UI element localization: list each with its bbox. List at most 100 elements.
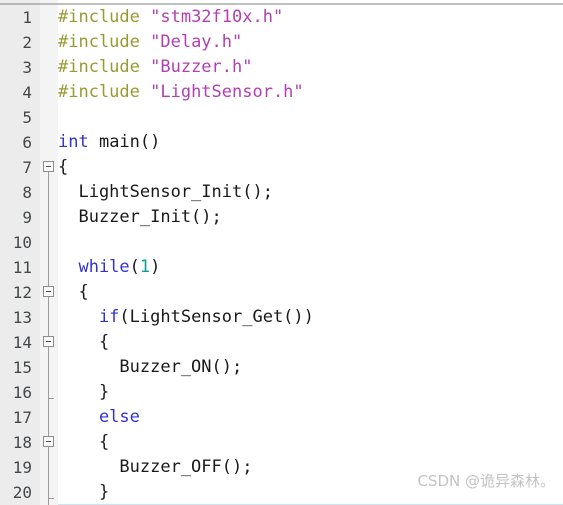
token-pre: #include: [58, 82, 151, 102]
code-line-text[interactable]: Buzzer_ON();: [58, 355, 242, 380]
code-line-text[interactable]: Buzzer_Init();: [58, 205, 222, 230]
token-pln: Buzzer_OFF();: [58, 457, 253, 477]
fold-empty: [40, 55, 58, 80]
code-line-text[interactable]: {: [58, 330, 109, 355]
code-line[interactable]: 9 Buzzer_Init();: [0, 205, 563, 230]
token-pln: }: [58, 482, 110, 502]
line-number: 17: [12, 408, 32, 427]
fold-connector[interactable]: [40, 405, 58, 430]
token-kw: while: [58, 257, 130, 277]
token-pln: (: [129, 257, 140, 277]
token-pln: (LightSensor_Get()): [119, 307, 314, 327]
fold-connector-line: [48, 405, 49, 430]
fold-end-marker[interactable]: [40, 480, 58, 505]
code-line[interactable]: 17 else: [0, 405, 563, 430]
token-pln: {: [58, 432, 110, 452]
code-line[interactable]: 5: [0, 105, 563, 130]
fold-end-tick-icon: [48, 398, 54, 399]
token-pln: {: [58, 332, 110, 352]
line-number: 9: [22, 208, 32, 227]
code-line[interactable]: 2 #include "Delay.h": [0, 30, 563, 55]
line-number: 3: [22, 58, 32, 77]
code-line-text[interactable]: {: [58, 155, 68, 180]
line-number: 12: [12, 283, 32, 302]
fold-connector[interactable]: [40, 305, 58, 330]
fold-toggle-icon[interactable]: [40, 330, 58, 355]
fold-minus-icon[interactable]: [43, 286, 54, 297]
line-number: 19: [12, 458, 32, 477]
code-line[interactable]: 7{: [0, 155, 563, 180]
fold-connector[interactable]: [40, 255, 58, 280]
line-number: 4: [22, 83, 32, 102]
code-line[interactable]: 15 Buzzer_ON();: [0, 355, 563, 380]
token-pln: Buzzer_ON();: [58, 357, 243, 377]
code-line-text[interactable]: }: [58, 480, 109, 505]
code-line[interactable]: 6 int main(): [0, 130, 563, 155]
fold-toggle-icon[interactable]: [40, 430, 58, 455]
line-number: 14: [12, 333, 32, 352]
token-num: 1: [139, 257, 151, 277]
code-line[interactable]: 13 if(LightSensor_Get()): [0, 305, 563, 330]
fold-toggle-icon[interactable]: [40, 155, 58, 180]
code-line[interactable]: 19 Buzzer_OFF();: [0, 455, 563, 480]
code-line[interactable]: 11 while(1): [0, 255, 563, 280]
fold-connector[interactable]: [40, 180, 58, 205]
token-pln: Buzzer_Init();: [58, 207, 222, 227]
fold-minus-icon[interactable]: [43, 436, 54, 447]
code-line-text[interactable]: #include "Delay.h": [58, 30, 242, 55]
line-number: 11: [12, 258, 32, 277]
fold-connector-line: [48, 355, 49, 380]
fold-minus-icon[interactable]: [43, 161, 54, 172]
fold-connector[interactable]: [40, 230, 58, 255]
code-line[interactable]: 18 {: [0, 430, 563, 455]
fold-end-tick-icon: [48, 498, 54, 499]
token-pln: ): [150, 257, 161, 277]
fold-empty: [40, 105, 58, 130]
token-str: "Buzzer.h": [150, 57, 253, 77]
code-line-text[interactable]: Buzzer_OFF();: [58, 455, 252, 480]
token-pln: }: [58, 382, 110, 402]
code-line[interactable]: 20 }: [0, 480, 563, 505]
token-str: "stm32f10x.h": [150, 7, 284, 27]
fold-toggle-icon[interactable]: [40, 280, 58, 305]
code-line[interactable]: 14 {: [0, 330, 563, 355]
line-number: 8: [22, 183, 32, 202]
code-line-text[interactable]: int main(): [58, 130, 160, 155]
line-number: 7: [22, 158, 32, 177]
fold-connector[interactable]: [40, 205, 58, 230]
code-line-text[interactable]: {: [58, 280, 88, 305]
code-line-text[interactable]: {: [58, 430, 109, 455]
fold-connector-line: [48, 205, 49, 230]
fold-connector-line: [48, 480, 49, 505]
fold-connector[interactable]: [40, 355, 58, 380]
code-line-text[interactable]: if(LightSensor_Get()): [58, 305, 314, 330]
code-line-text[interactable]: #include "LightSensor.h": [58, 80, 304, 105]
line-number: 6: [22, 133, 32, 152]
token-pre: #include: [58, 7, 151, 27]
code-line-text[interactable]: LightSensor_Init();: [58, 180, 273, 205]
code-line-text[interactable]: }: [58, 380, 109, 405]
fold-connector-line: [48, 455, 49, 480]
code-line[interactable]: 10: [0, 230, 563, 255]
code-line[interactable]: 8 LightSensor_Init();: [0, 180, 563, 205]
code-line[interactable]: 16 }: [0, 380, 563, 405]
fold-minus-icon[interactable]: [43, 336, 54, 347]
token-pln: LightSensor_Init();: [58, 182, 273, 202]
line-number: 5: [22, 108, 32, 127]
code-line[interactable]: 1 #include "stm32f10x.h": [0, 5, 563, 30]
line-number: 18: [12, 433, 32, 452]
code-line-text[interactable]: #include "Buzzer.h": [58, 55, 252, 80]
code-line[interactable]: 12 {: [0, 280, 563, 305]
fold-end-marker[interactable]: [40, 380, 58, 405]
code-line[interactable]: 3 #include "Buzzer.h": [0, 55, 563, 80]
code-line-text[interactable]: #include "stm32f10x.h": [58, 5, 283, 30]
line-number: 15: [12, 358, 32, 377]
fold-connector-line: [48, 255, 49, 280]
code-line-text[interactable]: while(1): [58, 255, 160, 280]
fold-connector-line: [48, 380, 49, 405]
code-line[interactable]: 4 #include "LightSensor.h": [0, 80, 563, 105]
code-line-text[interactable]: else: [58, 405, 140, 430]
fold-connector[interactable]: [40, 455, 58, 480]
token-pre: #include: [58, 57, 151, 77]
token-kw: else: [58, 407, 140, 427]
